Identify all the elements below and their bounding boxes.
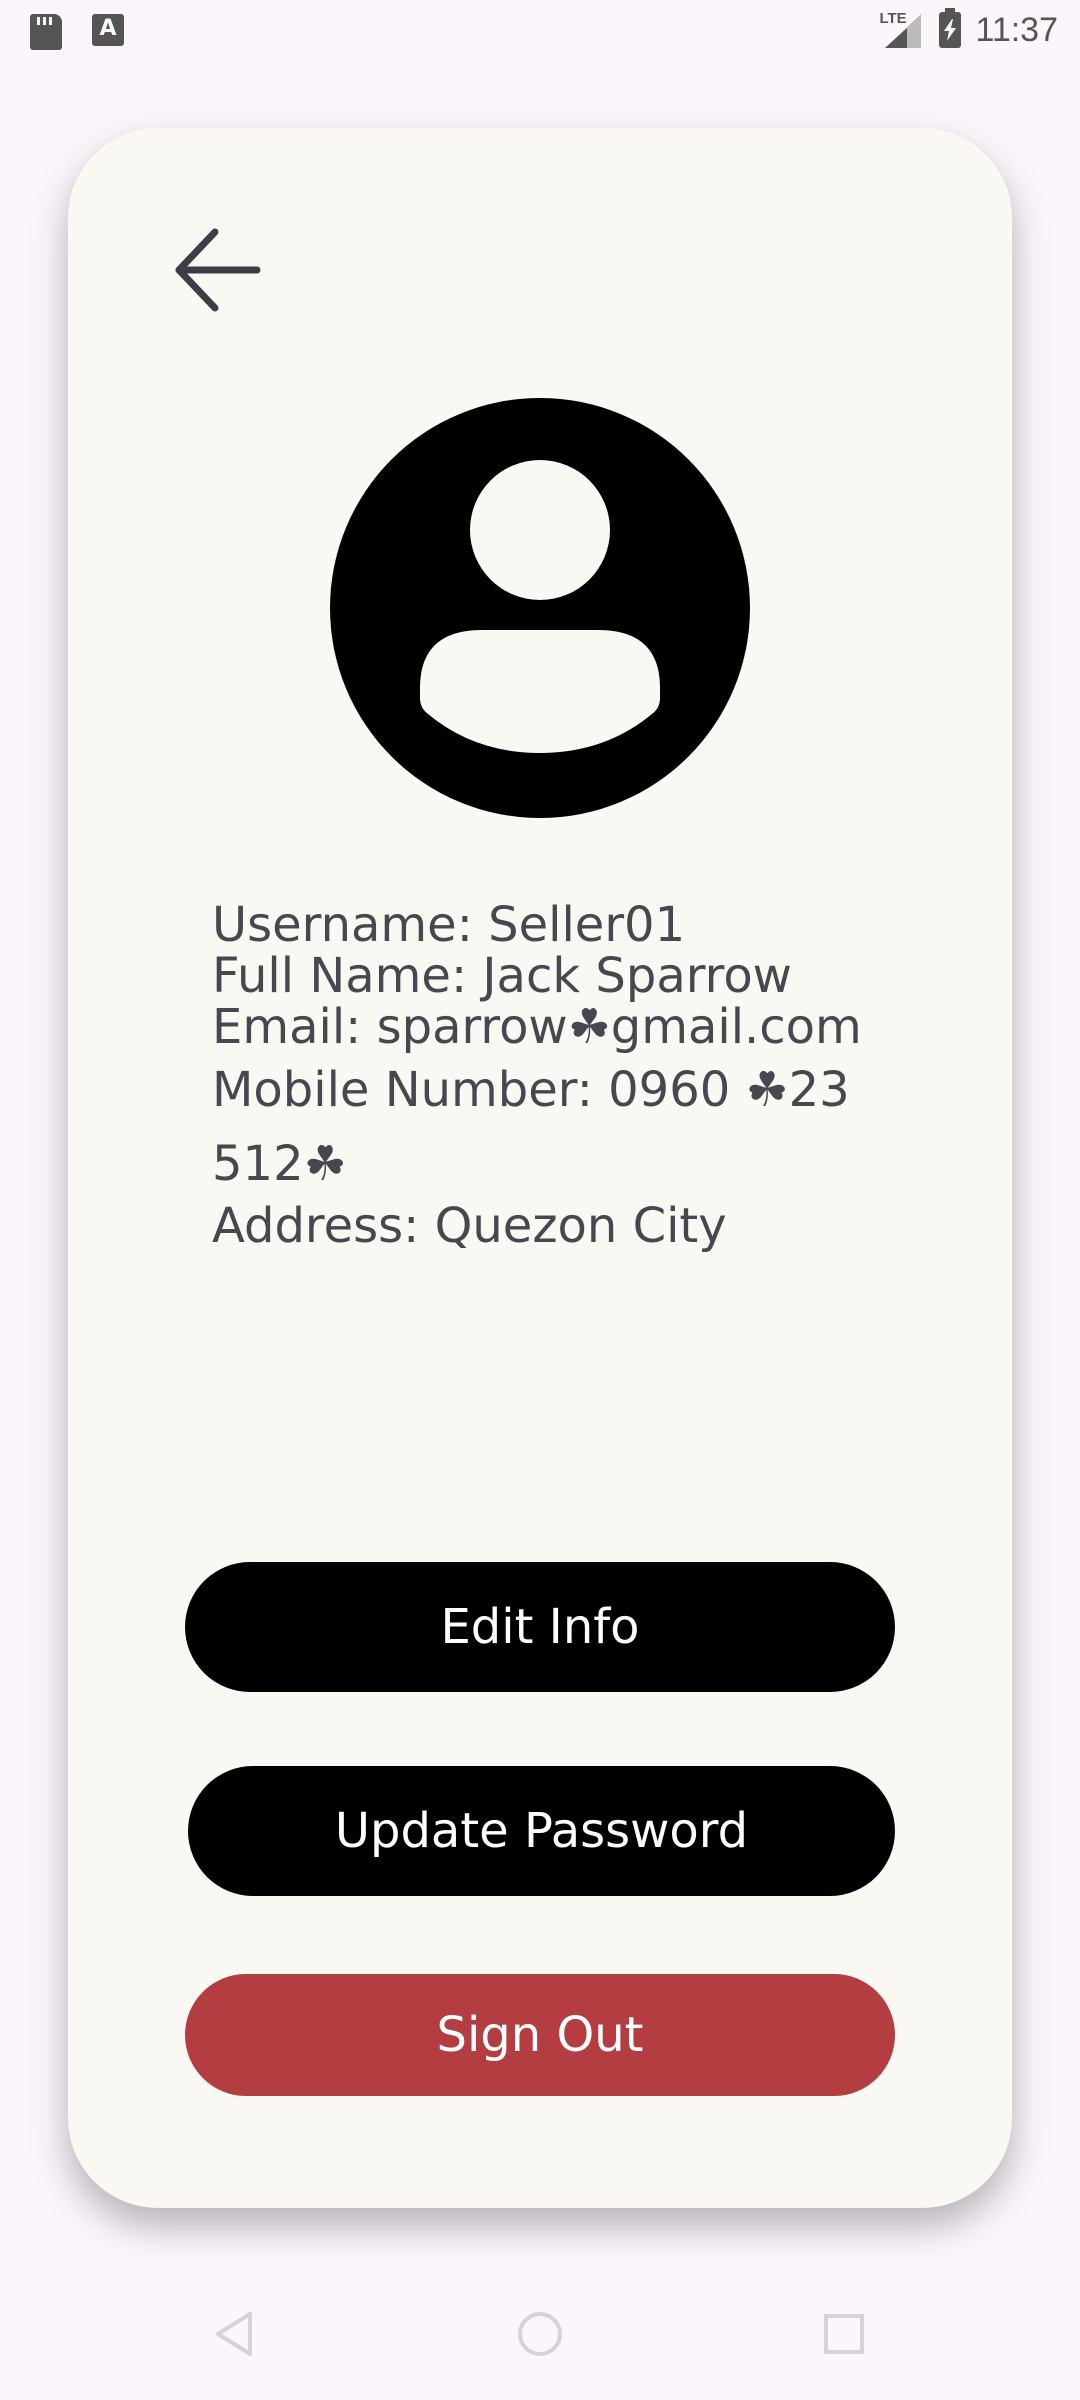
profile-card: Username: Seller01 Full Name: Jack Sparr… <box>68 128 1012 2208</box>
address-text: Address: Quezon City <box>212 1198 727 1254</box>
account-circle-icon <box>330 398 750 818</box>
arrow-left-icon <box>175 228 261 312</box>
mobile-number-text: Mobile Number: 0960 ☘23 512☘ <box>212 1062 850 1192</box>
username-text: Username: Seller01 <box>212 897 686 953</box>
email-text: Email: sparrow☘gmail.com <box>212 999 862 1055</box>
navigation-bar <box>0 2274 1080 2400</box>
avatar <box>330 398 750 818</box>
keyboard-a-icon: A <box>92 14 124 46</box>
sd-card-icon <box>30 14 62 50</box>
clock: 11:37 <box>975 10 1058 49</box>
nav-home-icon[interactable] <box>510 2304 570 2364</box>
nav-recents-icon[interactable] <box>814 2304 874 2364</box>
nav-back-icon[interactable] <box>206 2304 266 2364</box>
full-name-text: Full Name: Jack Sparrow <box>212 948 792 1004</box>
lte-signal-icon: LTE <box>879 10 925 50</box>
back-button[interactable] <box>156 210 276 330</box>
status-bar: A LTE 11:37 <box>0 0 1080 64</box>
edit-info-button[interactable]: Edit Info <box>185 1562 895 1692</box>
sign-out-button[interactable]: Sign Out <box>185 1974 895 2096</box>
battery-charging-icon <box>939 8 962 48</box>
profile-info: Username: Seller01 Full Name: Jack Sparr… <box>212 900 892 1252</box>
update-password-button[interactable]: Update Password <box>188 1766 895 1896</box>
